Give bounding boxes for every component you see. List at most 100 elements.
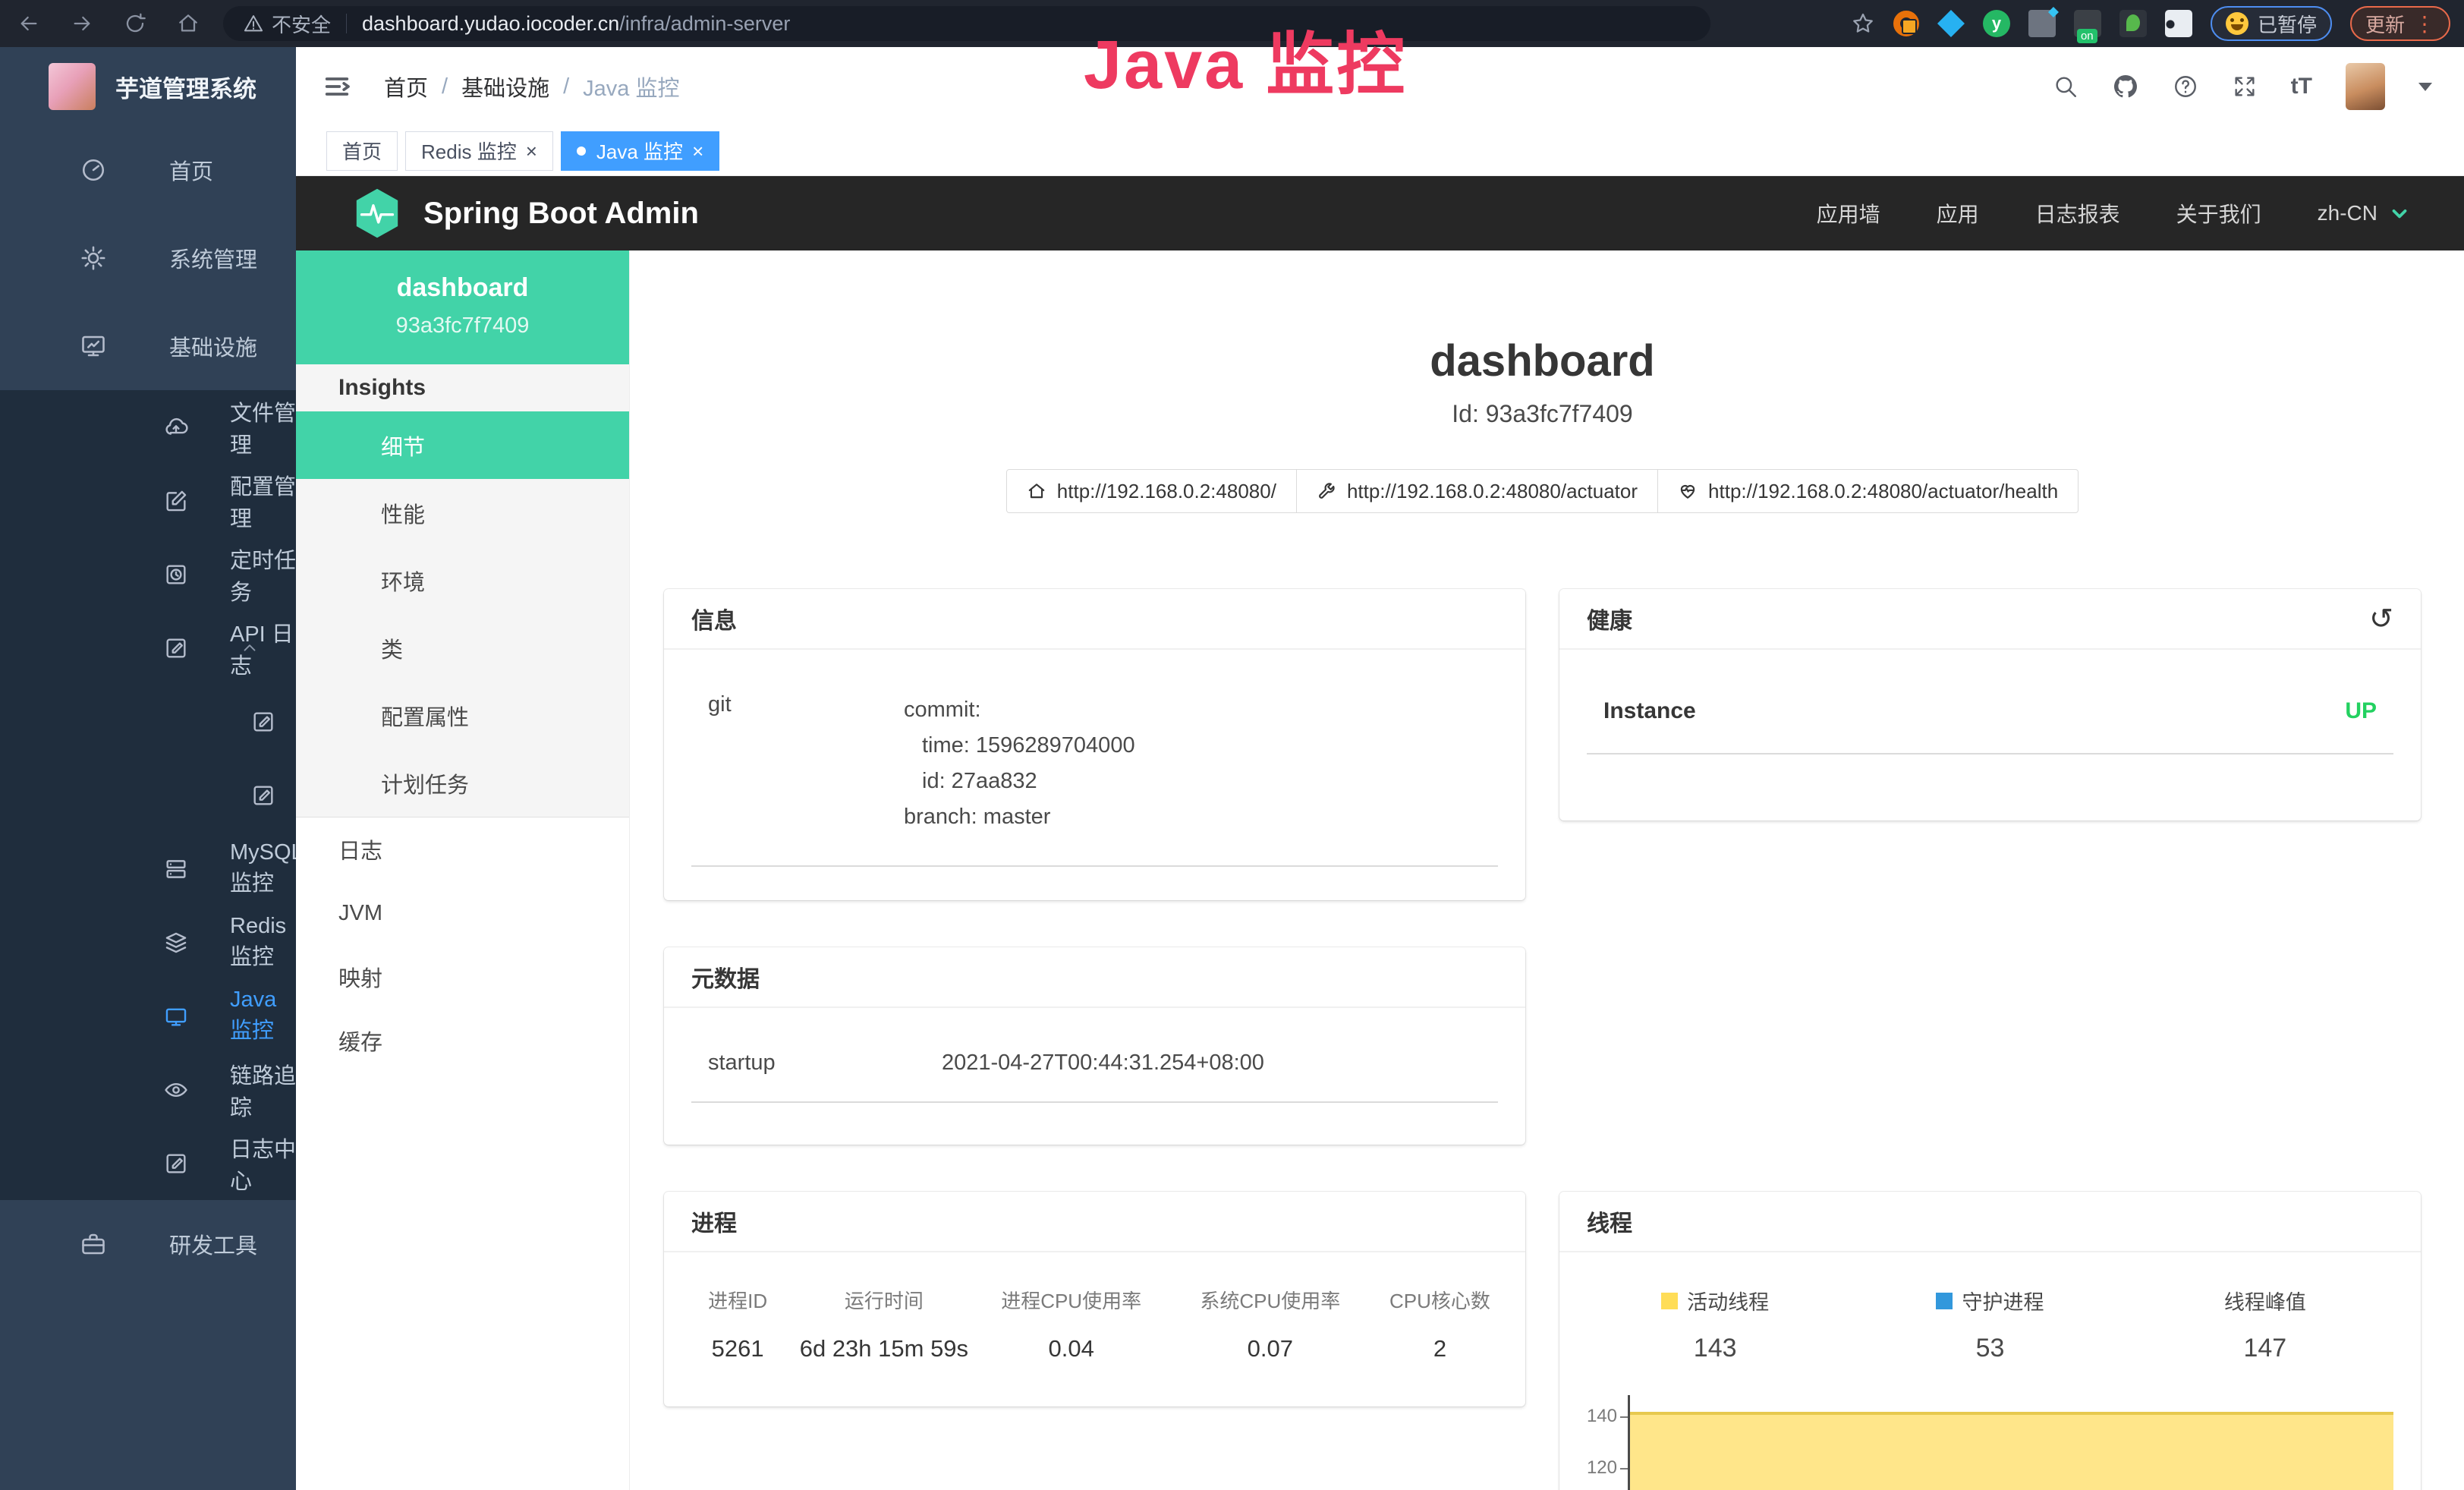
close-icon[interactable]: × [692,141,703,161]
chevron-down-icon [240,1234,260,1254]
insight-item-details[interactable]: 细节 [296,411,629,479]
font-size-icon[interactable] [2291,74,2312,99]
sba-nav-wallboard[interactable]: 应用墙 [1817,198,1880,228]
table-row: Instance UP [1587,698,2393,754]
history-icon[interactable]: ↺ [2369,602,2393,636]
sidebar-item-tracing[interactable]: 链路追踪 [0,1053,296,1126]
sidebar-item-log-center[interactable]: 日志中心 [0,1126,296,1200]
address-bar[interactable]: 不安全 dashboard.yudao.iocoder.cn/infra/adm… [223,6,1710,41]
sba-nav-journal[interactable]: 日志报表 [2035,198,2120,228]
log-icon [250,709,278,735]
extension-icon[interactable] [2074,10,2101,37]
nav-item-jvm[interactable]: JVM [296,881,629,945]
breadcrumb-infra[interactable]: 基础设施 [461,71,549,102]
avatar-caret-icon[interactable] [2418,83,2432,91]
browser-reload-icon[interactable] [123,11,147,36]
sidebar-item-mysql[interactable]: MySQL 监控 [0,832,296,906]
instance-sidebar: dashboard 93a3fc7f7409 Insights 细节 性能 环境… [296,250,630,1490]
app-window: 芋道管理系统 首页 系统管理 基础设施 文件管理 配置管理 [0,47,2464,1490]
browser-update-button[interactable]: 更新 ⋮ [2350,6,2450,41]
nav-item-caches[interactable]: 缓存 [296,1009,629,1073]
close-icon[interactable]: × [526,141,537,161]
github-icon[interactable] [2112,73,2139,100]
service-url-button[interactable]: http://192.168.0.2:48080/ [1006,469,1297,513]
insight-item-classes[interactable]: 类 [296,614,629,682]
browser-forward-icon[interactable] [70,11,94,36]
legend-swatch-live [1661,1293,1678,1309]
sba-nav-about[interactable]: 关于我们 [2176,198,2261,228]
schedule-icon [163,562,190,587]
sidebar-item-dev-tools[interactable]: 研发工具 [0,1200,296,1288]
edit-icon [163,488,190,514]
profile-paused-chip[interactable]: 已暂停 [2211,6,2332,41]
sidebar-item-infra[interactable]: 基础设施 [0,302,296,390]
breadcrumb-current: Java 监控 [583,71,679,102]
insight-item-config-props[interactable]: 配置属性 [296,682,629,749]
info-card: 信息 git commit: time: 1596289704000 id: 2… [664,589,1525,900]
tab-redis-monitor[interactable]: Redis 监控 × [405,131,553,171]
insights-section-title: Insights [296,364,629,411]
profile-emoji-icon [2226,12,2248,35]
browser-back-icon[interactable] [17,11,41,36]
instance-name: dashboard [296,273,629,303]
hamburger-icon[interactable] [322,71,352,102]
extension-icon[interactable] [1893,11,1919,36]
help-icon[interactable] [2173,74,2198,99]
actuator-url-button[interactable]: http://192.168.0.2:48080/actuator [1296,469,1658,513]
cards-grid: 信息 git commit: time: 1596289704000 id: 2… [664,589,2421,1490]
sba-brand-title[interactable]: Spring Boot Admin [423,197,699,231]
sidebar-item-redis[interactable]: Redis 监控 [0,906,296,979]
search-icon[interactable] [2053,74,2079,99]
tab-java-monitor[interactable]: Java 监控 × [561,131,719,171]
sidebar-item-access-log[interactable]: 访问日志 [0,685,296,758]
sidebar-item-jobs[interactable]: 定时任务 [0,537,296,611]
breadcrumb: 首页 / 基础设施 / Java 监控 [384,71,679,102]
browser-menu-icon[interactable]: ⋮ [2414,11,2435,36]
sba-header: Spring Boot Admin 应用墙 应用 日志报表 关于我们 zh-CN [296,176,2464,250]
sba-language-select[interactable]: zh-CN [2318,201,2411,225]
browser-home-icon[interactable] [176,11,200,36]
avatar[interactable] [2346,63,2385,110]
sidebar-item-config[interactable]: 配置管理 [0,464,296,537]
sba-nav-applications[interactable]: 应用 [1937,198,1979,228]
legend-label: 线程峰值 [2224,1286,2306,1315]
sidebar-item-api-log[interactable]: API 日志 [0,611,296,685]
sidebar-item-java-monitor[interactable]: Java 监控 [0,979,296,1053]
extension-icon[interactable] [2119,10,2147,37]
briefcase-icon [80,1230,107,1258]
main-column: 首页 / 基础设施 / Java 监控 首页 Redis 监控 [296,47,2464,1490]
extension-icon[interactable] [2028,10,2056,37]
legend-label: 活动线程 [1687,1286,1769,1315]
sidebar-item-home[interactable]: 首页 [0,126,296,214]
insight-item-environment[interactable]: 环境 [296,547,629,614]
extension-icon[interactable] [1983,10,2010,37]
sidebar-item-system[interactable]: 系统管理 [0,214,296,302]
sidebar-item-files[interactable]: 文件管理 [0,390,296,464]
extensions-puzzle-icon[interactable] [2165,10,2192,37]
health-url-button[interactable]: http://192.168.0.2:48080/actuator/health [1657,469,2079,513]
sba-body: dashboard 93a3fc7f7409 Insights 细节 性能 环境… [296,250,2464,1490]
peak-threads-value: 147 [2128,1334,2403,1363]
instance-header[interactable]: dashboard 93a3fc7f7409 [296,250,629,364]
breadcrumb-home[interactable]: 首页 [384,71,428,102]
layers-icon [163,930,190,956]
sidebar-item-error-log[interactable]: 错误日志 [0,758,296,832]
tag-view-bar: 首页 Redis 监控 × Java 监控 × [296,126,2464,176]
fullscreen-icon[interactable] [2232,74,2258,99]
extension-icon[interactable] [1937,10,1965,37]
table-row: startup 2021-04-27T00:44:31.254+08:00 [691,1051,1498,1103]
chevron-down-icon [2388,202,2411,225]
instance-id-line: Id: 93a3fc7f7409 [664,400,2421,428]
daemon-threads-value: 53 [1852,1334,2127,1363]
insight-item-metrics[interactable]: 性能 [296,479,629,547]
eye-icon [163,1077,190,1103]
tab-home[interactable]: 首页 [326,131,398,171]
nav-item-logs[interactable]: 日志 [296,817,629,881]
insight-item-scheduled-tasks[interactable]: 计划任务 [296,749,629,817]
card-title: 信息 [691,602,737,635]
bookmark-star-icon[interactable] [1851,11,1875,36]
threads-area-chart: 140 120 100 [1578,1395,2403,1490]
nav-item-mappings[interactable]: 映射 [296,945,629,1009]
cloud-upload-icon [163,414,190,440]
legend-swatch-daemon [1936,1293,1953,1309]
